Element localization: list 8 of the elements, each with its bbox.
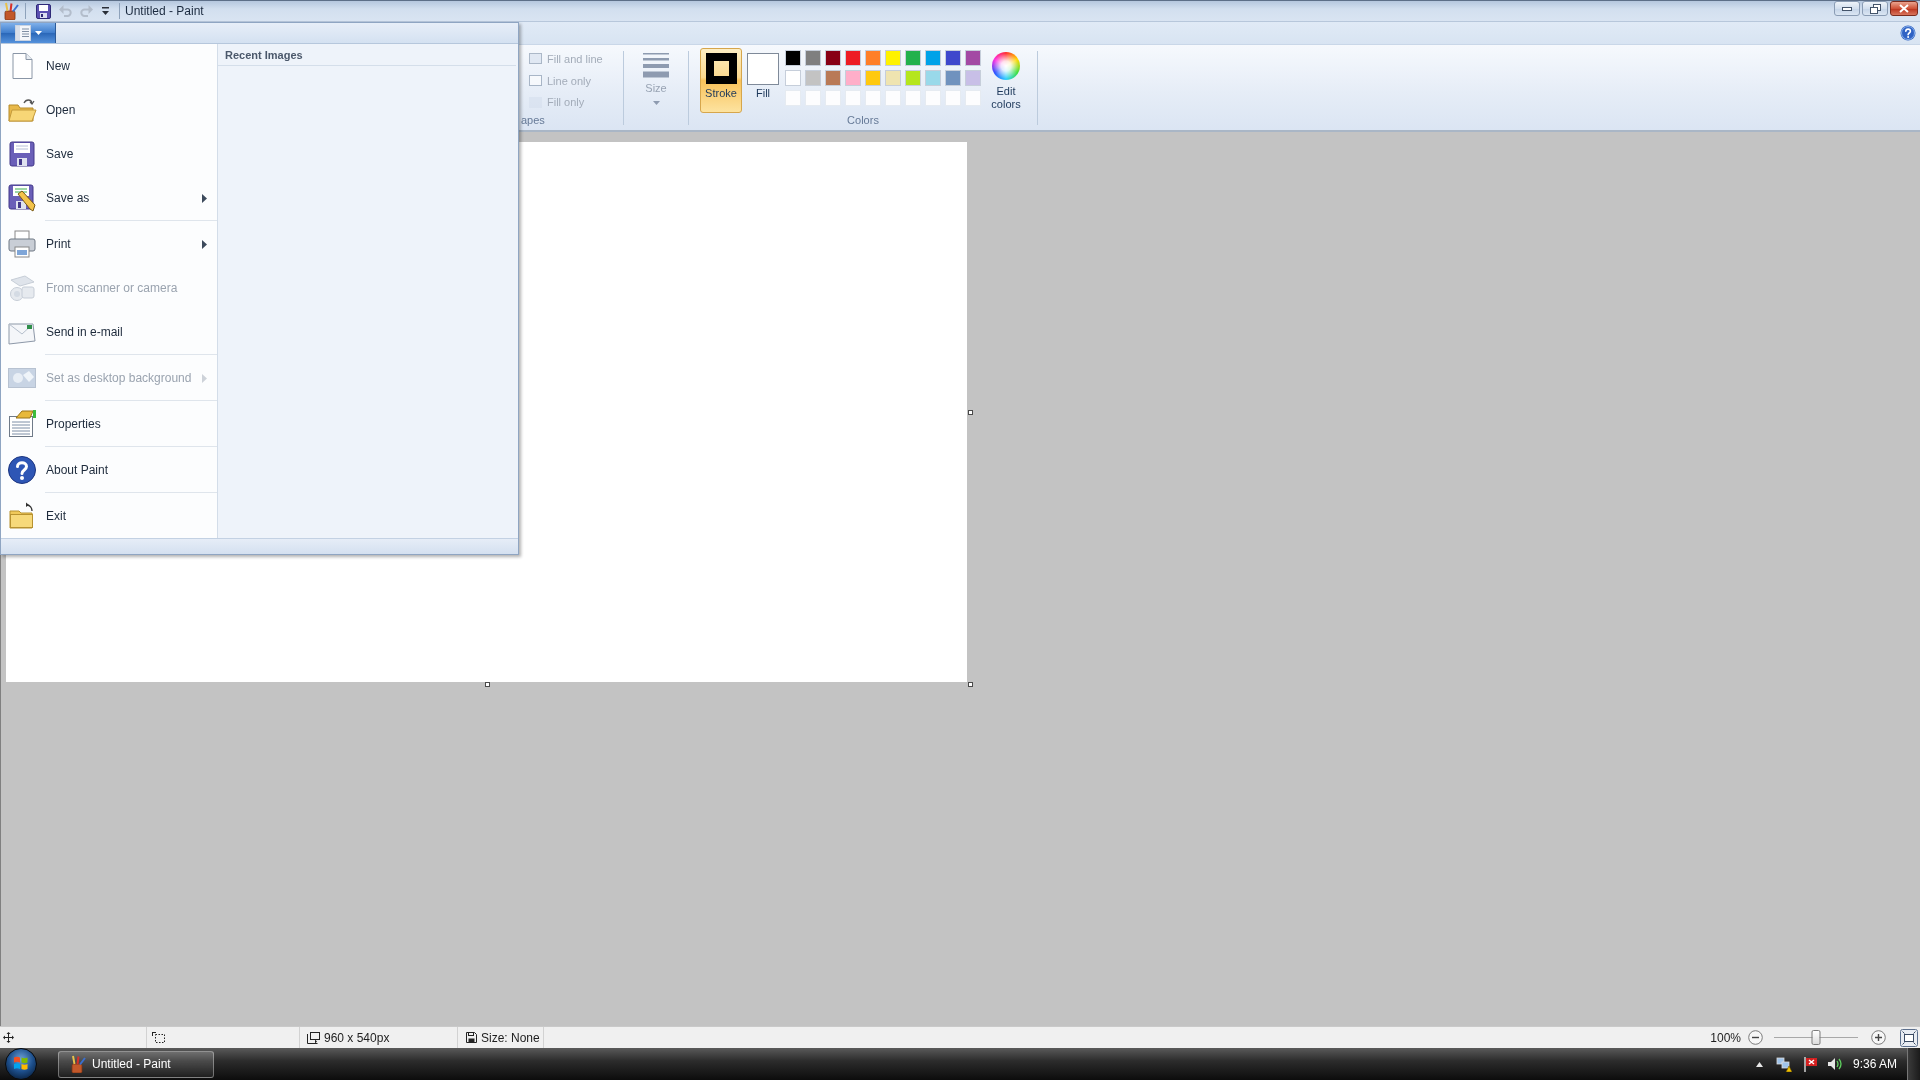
- canvas-dimensions-text: 960 x 540px: [324, 1030, 390, 1045]
- group-label: apes: [520, 113, 546, 128]
- clock-text: 9:36 AM: [1852, 1057, 1897, 1071]
- file-size-text: Size: None: [481, 1030, 540, 1045]
- window-title: Untitled - Paint: [125, 4, 204, 18]
- zoom-level-text: 100%: [1710, 1030, 1741, 1045]
- group-label: Colors: [846, 113, 880, 128]
- recent-images-heading: Recent Images: [218, 44, 516, 66]
